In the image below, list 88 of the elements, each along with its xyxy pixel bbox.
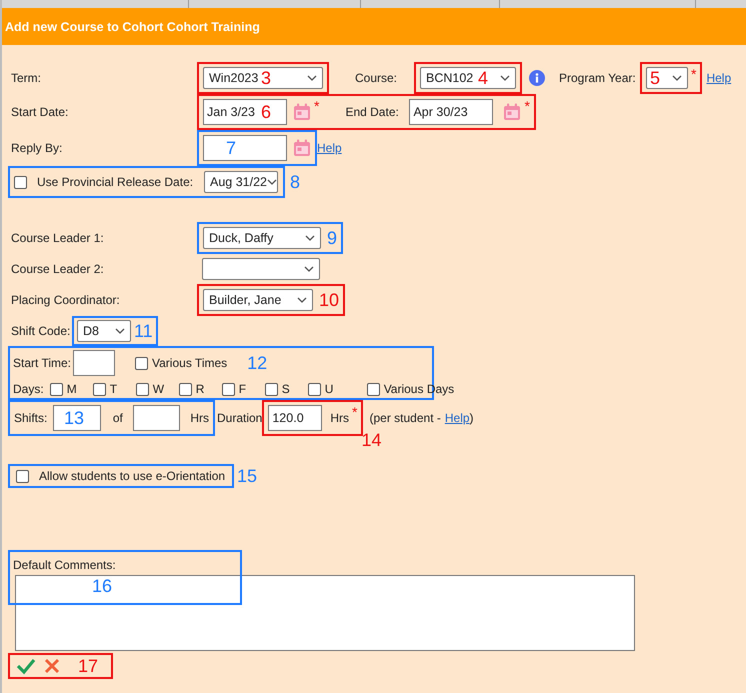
checkbox-label: W [152, 382, 166, 396]
chevron-icon [297, 297, 307, 303]
checkbox-label: Allow students to use e-Orientation [39, 469, 226, 483]
help-link[interactable]: Help [706, 71, 732, 85]
date-field[interactable] [203, 135, 287, 161]
field-label: of [112, 411, 123, 425]
duration-field[interactable]: 120.0 [268, 405, 322, 431]
unit-label: Hrs [330, 411, 350, 425]
chevron-icon [115, 328, 125, 334]
course-leader-dropdown[interactable]: Duck, Daffy [203, 227, 321, 249]
checkbox-label: R [196, 382, 206, 396]
shifts-field[interactable] [53, 405, 101, 431]
checkbox-label: F [238, 382, 248, 396]
checkbox[interactable] [178, 382, 192, 396]
annotation-number: 17 [78, 656, 98, 676]
annotation-number: 6 [261, 102, 272, 122]
annotation-number: 4 [478, 68, 488, 88]
checkbox[interactable] [50, 382, 63, 396]
check-icon[interactable] [16, 657, 36, 675]
field-label: Course Leader 2: [10, 262, 105, 276]
field-label: Start Time: [13, 356, 72, 370]
hours-field[interactable] [132, 405, 180, 431]
coordinator-dropdown[interactable]: Builder, Jane [203, 289, 313, 311]
field-label: Course: [355, 71, 398, 85]
chevron-icon [304, 266, 314, 272]
info-icon[interactable] [529, 70, 545, 86]
annotation-number: 11 [134, 321, 153, 341]
checkbox[interactable] [264, 382, 278, 396]
field-label: Placing Coordinator: [10, 293, 121, 307]
checkbox-label: S [282, 382, 291, 396]
checkbox[interactable] [92, 382, 106, 396]
checkbox-label: Use Provincial Release Date: [37, 175, 194, 189]
field-label: Days: [13, 382, 44, 396]
annotation-number: 8 [290, 172, 300, 192]
annotation-number: 7 [226, 138, 236, 158]
help-link[interactable]: Help [317, 141, 342, 155]
checkbox[interactable] [222, 382, 235, 396]
chevron-icon [267, 179, 277, 185]
field-label: Shift Code: [10, 324, 72, 338]
chevron-icon [672, 75, 682, 81]
annotation-number: 5 [650, 68, 660, 88]
field-label: End Date: [345, 105, 400, 119]
checkbox[interactable] [366, 382, 380, 396]
checkbox[interactable] [308, 382, 321, 396]
dialog-title: Add new Course to Cohort Cohort Training [5, 20, 260, 34]
chevron-icon [500, 75, 510, 81]
checkbox[interactable] [135, 356, 148, 370]
help-link[interactable]: Help [444, 411, 470, 425]
required-mark: * [352, 405, 358, 419]
checkbox-label: Various Times [152, 356, 228, 370]
annotation-number: 16 [92, 576, 112, 596]
annotation-number: 13 [64, 408, 84, 428]
note-text: ) [470, 411, 474, 425]
shift-code-dropdown[interactable]: D8 [77, 320, 131, 342]
field-label: Start Date: [10, 105, 70, 119]
annotation-number: 9 [327, 228, 338, 248]
field-label: Reply By: [10, 141, 64, 155]
annotation-number: 12 [247, 353, 268, 373]
unit-label: Hrs [190, 411, 209, 425]
annotation-number: 15 [237, 466, 258, 486]
field-label: Shifts: [14, 411, 48, 425]
course-leader-dropdown[interactable] [202, 258, 320, 280]
checkbox-label: M [66, 382, 78, 396]
field-label: Term: [10, 71, 42, 85]
field-label: Program Year: [559, 71, 637, 85]
checkbox[interactable] [136, 382, 149, 396]
comments-textarea[interactable] [15, 575, 635, 651]
annotation-number: 10 [319, 290, 340, 310]
chevron-icon [307, 75, 317, 81]
required-mark: * [691, 67, 696, 81]
note-text: (per student - [369, 411, 441, 425]
annotation-number: 3 [261, 68, 272, 88]
required-mark: * [314, 99, 320, 113]
date-field[interactable]: Apr 30/23 [409, 99, 494, 125]
chevron-icon [305, 235, 315, 241]
field-label: Default Comments: [12, 558, 117, 572]
release-date-dropdown[interactable]: Aug 31/22 [204, 171, 278, 193]
program-year-dropdown[interactable] [646, 67, 688, 89]
checkbox[interactable] [16, 470, 29, 482]
checkbox-label: U [324, 382, 334, 396]
annotation-number: 14 [361, 430, 382, 450]
close-icon[interactable] [44, 657, 60, 675]
checkbox-label: T [110, 382, 118, 396]
time-field[interactable] [73, 350, 116, 376]
field-label: Course Leader 1: [10, 231, 105, 245]
required-mark: * [524, 99, 530, 113]
checkbox[interactable] [14, 176, 27, 188]
field-label: Duration [217, 411, 262, 425]
